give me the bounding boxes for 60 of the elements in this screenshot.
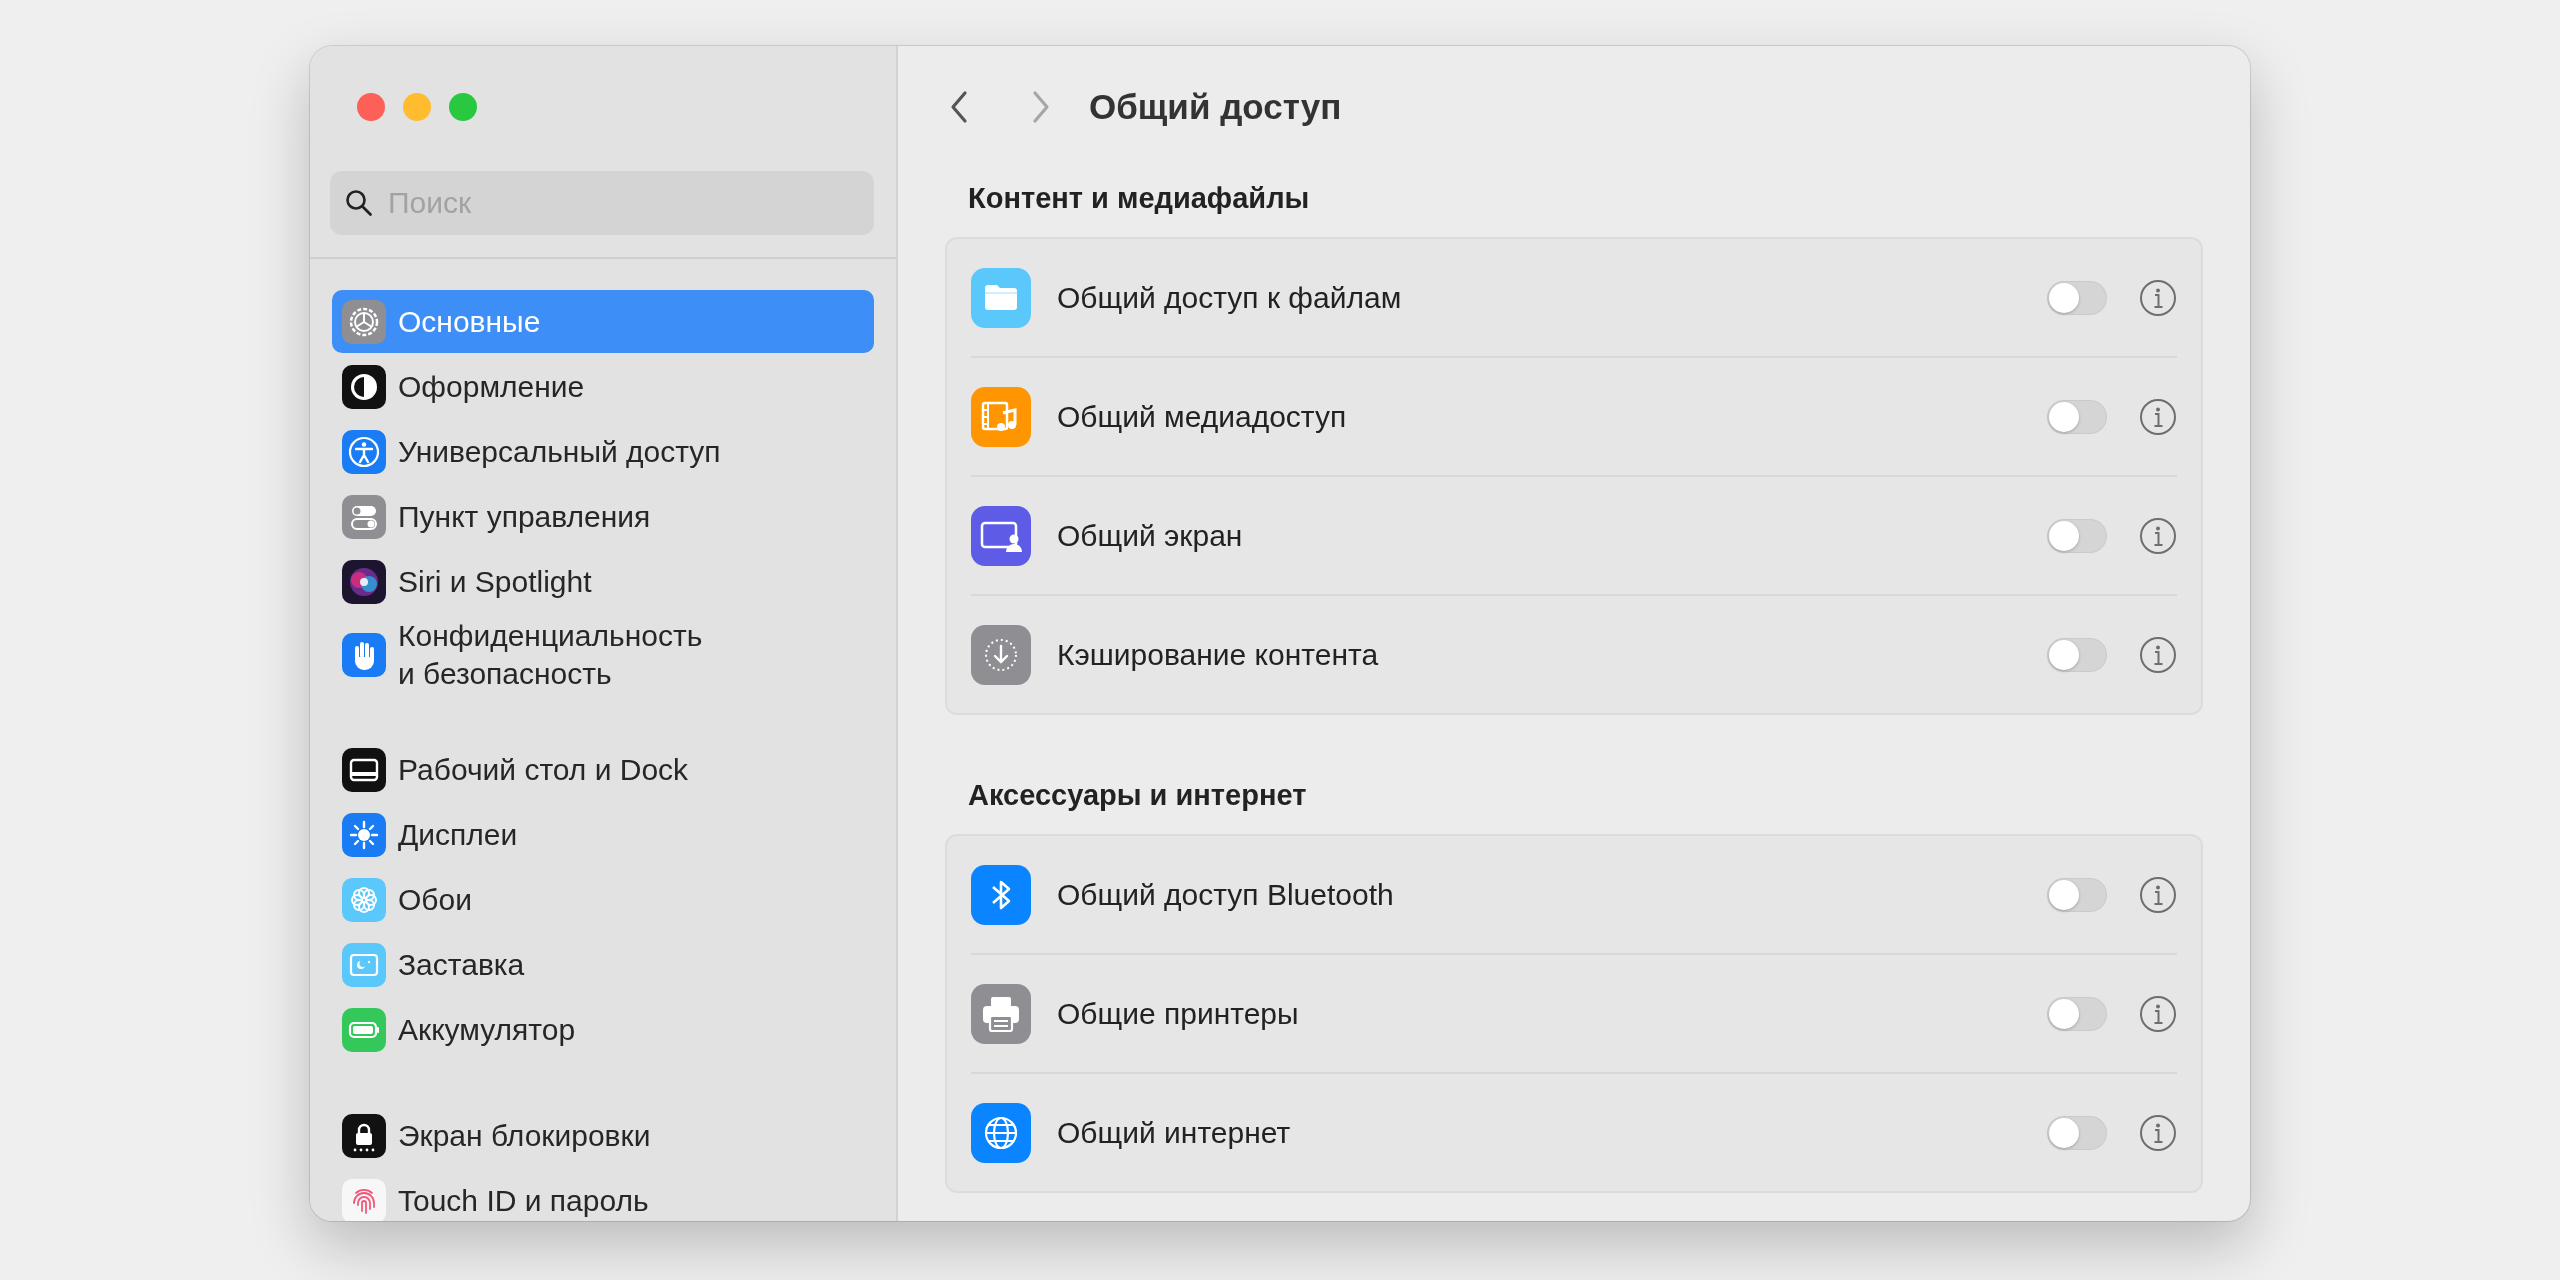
- contrast-icon: [342, 364, 386, 409]
- globe-icon: [971, 1102, 1031, 1163]
- info-icon[interactable]: [2139, 994, 2177, 1033]
- minimize-button[interactable]: [403, 93, 431, 121]
- sidebar-item[interactable]: Оформление: [332, 355, 874, 418]
- dock-icon: [342, 747, 386, 792]
- bluetooth-icon: [971, 864, 1031, 925]
- section-heading: Аксессуары и интернет: [967, 778, 1308, 813]
- toggle-switch[interactable]: [2047, 996, 2107, 1031]
- search-icon: [344, 188, 374, 218]
- sidebar-item[interactable]: Siri и Spotlight: [332, 550, 874, 613]
- toggle-switch[interactable]: [2047, 1115, 2107, 1150]
- info-icon[interactable]: [2139, 1113, 2177, 1152]
- screen-moon-icon: [342, 942, 386, 987]
- close-button[interactable]: [357, 93, 385, 121]
- sun-icon: [342, 812, 386, 857]
- sidebar-item[interactable]: Заставка: [332, 933, 874, 996]
- screen-person-icon: [971, 505, 1031, 566]
- fingerprint-icon: [342, 1178, 386, 1221]
- zoom-button[interactable]: [449, 93, 477, 121]
- page-title: Общий доступ: [1089, 87, 1342, 127]
- info-icon[interactable]: [2139, 397, 2177, 436]
- sidebar-item[interactable]: Конфиденциальность и безопасность: [332, 615, 874, 695]
- setting-label: Кэширование контента: [1057, 637, 1380, 672]
- setting-label: Общий доступ Bluetooth: [1057, 877, 1395, 912]
- toggle-switch[interactable]: [2047, 877, 2107, 912]
- printer-icon: [971, 983, 1031, 1044]
- sidebar-item[interactable]: Аккумулятор: [332, 998, 874, 1061]
- folder-icon: [971, 267, 1031, 328]
- info-icon[interactable]: [2139, 635, 2177, 674]
- setting-label: Общие принтеры: [1057, 996, 1300, 1031]
- sidebar-item[interactable]: Дисплеи: [332, 803, 874, 866]
- setting-label: Общий доступ к файлам: [1057, 280, 1403, 315]
- info-icon[interactable]: [2139, 516, 2177, 555]
- info-icon[interactable]: [2139, 278, 2177, 317]
- orb-icon: [342, 559, 386, 604]
- switches-icon: [342, 494, 386, 539]
- section-heading: Контент и медиафайлы: [967, 181, 1311, 216]
- flower-icon: [342, 877, 386, 922]
- toggle-switch[interactable]: [2047, 280, 2107, 315]
- sidebar-item[interactable]: Экран блокировки: [332, 1104, 874, 1167]
- hand-icon: [342, 633, 386, 677]
- sidebar-item[interactable]: Touch ID и пароль: [332, 1169, 874, 1221]
- film-music-icon: [971, 386, 1031, 447]
- setting-label: Общий интернет: [1057, 1115, 1292, 1150]
- setting-label: Общий медиадоступ: [1057, 399, 1348, 434]
- sidebar-item[interactable]: Рабочий стол и Dock: [332, 738, 874, 801]
- back-icon[interactable]: [949, 90, 969, 124]
- toggle-switch[interactable]: [2047, 399, 2107, 434]
- sidebar-item[interactable]: Обои: [332, 868, 874, 931]
- sidebar-item[interactable]: Пункт управления: [332, 485, 874, 548]
- setting-label: Общий экран: [1057, 518, 1244, 553]
- toggle-switch[interactable]: [2047, 518, 2107, 553]
- accessibility-icon: [342, 429, 386, 474]
- lock-icon: [342, 1113, 386, 1158]
- sidebar-item[interactable]: Универсальный доступ: [332, 420, 874, 483]
- battery-icon: [342, 1007, 386, 1052]
- gear-icon: [342, 299, 386, 344]
- info-icon[interactable]: [2139, 875, 2177, 914]
- toggle-switch[interactable]: [2047, 637, 2107, 672]
